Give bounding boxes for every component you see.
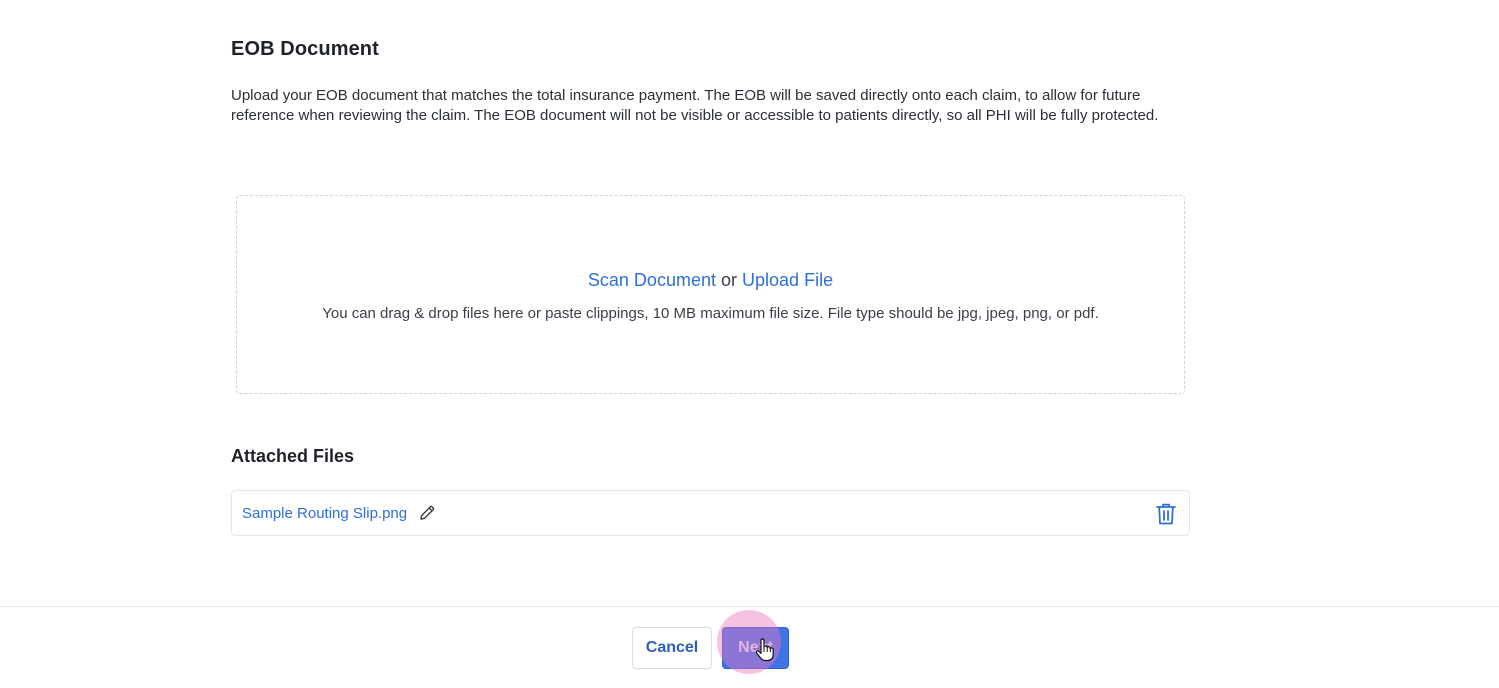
attached-files-title: Attached Files (231, 446, 355, 466)
file-dropzone[interactable]: Scan Document or Upload File You can dra… (236, 195, 1185, 394)
dropzone-actions: Scan Document or Upload File (237, 270, 1184, 291)
scan-document-link[interactable]: Scan Document (588, 270, 716, 290)
pencil-icon[interactable] (418, 504, 436, 522)
next-button[interactable]: Next (722, 627, 789, 669)
dropzone-or-text: or (721, 270, 738, 290)
section-description: Upload your EOB document that matches th… (231, 87, 1159, 124)
attached-file-name-link[interactable]: Sample Routing Slip.png (242, 505, 407, 522)
upload-file-link[interactable]: Upload File (742, 270, 833, 290)
attached-file-row: Sample Routing Slip.png (231, 490, 1190, 536)
section-title: EOB Document (231, 38, 379, 60)
dropzone-help-text: You can drag & drop files here or paste … (322, 305, 1099, 322)
eob-upload-page: EOB Document Upload your EOB document th… (0, 0, 1499, 688)
footer-bar: Cancel Next (0, 606, 1499, 688)
trash-icon[interactable] (1155, 502, 1177, 526)
cancel-button[interactable]: Cancel (632, 627, 712, 669)
